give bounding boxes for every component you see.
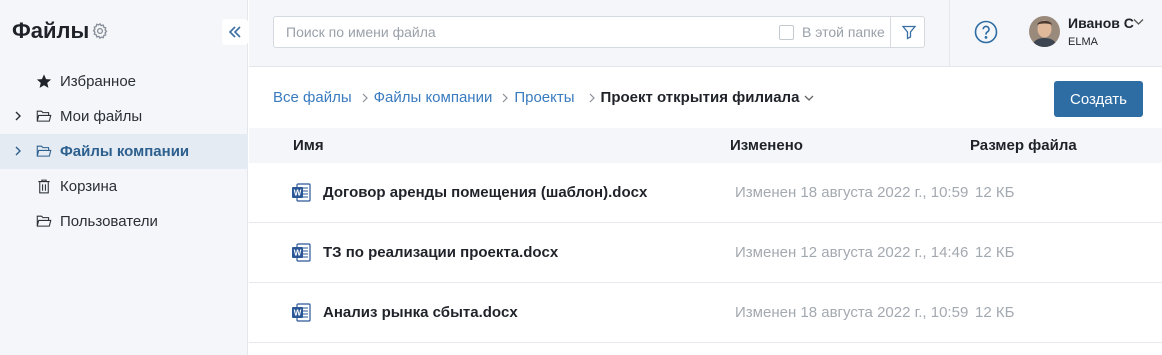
file-modified: Изменен 12 августа 2022 г., 14:46	[735, 244, 969, 261]
divider	[949, 0, 950, 67]
sidebar-item-label: Файлы компании	[60, 143, 190, 160]
svg-text:W: W	[294, 249, 302, 258]
sidebar-item-favorites[interactable]: Избранное	[0, 64, 248, 99]
star-icon	[36, 74, 52, 88]
file-name[interactable]: Договор аренды помещения (шаблон).docx	[323, 184, 647, 201]
file-size: 12 КБ	[975, 244, 1015, 261]
word-doc-icon: W	[292, 243, 311, 262]
collapse-sidebar-button[interactable]	[222, 19, 248, 45]
filter-icon	[901, 25, 916, 40]
column-header-size[interactable]: Размер файла	[970, 137, 1077, 154]
breadcrumb-company-files[interactable]: Файлы компании	[374, 89, 493, 106]
sidebar-item-users[interactable]: Пользователи	[0, 204, 248, 239]
sidebar: Файлы Избранное Мои файлы Файлы компании…	[0, 0, 248, 355]
folder-icon	[36, 215, 52, 227]
file-name[interactable]: Анализ рынка сбыта.docx	[323, 304, 518, 321]
sidebar-item-company-files[interactable]: Файлы компании	[0, 134, 248, 169]
sidebar-item-label: Избранное	[60, 73, 137, 90]
avatar[interactable]	[1029, 16, 1060, 47]
sidebar-item-label: Пользователи	[60, 213, 158, 230]
word-doc-icon: W	[292, 183, 311, 202]
folder-icon	[36, 145, 52, 157]
table-row[interactable]: W Анализ рынка сбыта.docx Изменен 18 авг…	[249, 283, 1162, 343]
gear-icon[interactable]	[91, 22, 109, 40]
checkbox[interactable]	[779, 24, 794, 40]
chevron-right-icon	[502, 93, 509, 102]
chevron-right-icon[interactable]	[12, 145, 24, 157]
file-modified: Изменен 18 августа 2022 г., 10:59	[735, 184, 969, 201]
breadcrumb-current: Проект открытия филиала	[600, 89, 800, 106]
chevron-down-icon[interactable]	[1133, 18, 1144, 26]
table-header: Имя Изменено Размер файла	[249, 128, 1162, 163]
column-header-name[interactable]: Имя	[293, 137, 324, 154]
trash-icon	[38, 179, 50, 194]
svg-text:W: W	[294, 309, 302, 318]
sidebar-item-my-files[interactable]: Мои файлы	[0, 99, 248, 134]
chevron-right-icon	[589, 93, 595, 102]
create-button[interactable]: Создать	[1054, 81, 1143, 117]
in-folder-checkbox[interactable]: В этой папке	[779, 24, 885, 40]
search-box: В этой папке	[273, 16, 925, 48]
file-size: 12 КБ	[975, 184, 1015, 201]
breadcrumb-all-files[interactable]: Все файлы	[273, 89, 352, 106]
in-folder-label: В этой папке	[802, 24, 885, 40]
chevron-right-icon	[362, 93, 368, 102]
double-chevron-left-icon	[228, 26, 241, 38]
file-name[interactable]: ТЗ по реализации проекта.docx	[323, 244, 558, 261]
column-header-modified[interactable]: Изменено	[730, 137, 803, 154]
breadcrumb: Все файлы Файлы компании Проекты Проект …	[273, 89, 814, 106]
chevron-down-icon[interactable]	[804, 94, 814, 102]
file-modified: Изменен 18 августа 2022 г., 10:59	[735, 304, 969, 321]
user-name[interactable]: Иванов С	[1068, 15, 1134, 31]
filter-button[interactable]	[890, 16, 926, 48]
sidebar-item-label: Мои файлы	[60, 108, 143, 125]
user-photo-icon	[1029, 16, 1060, 47]
folder-icon	[36, 110, 52, 122]
table-row[interactable]: W ТЗ по реализации проекта.docx Изменен …	[249, 223, 1162, 283]
breadcrumb-projects[interactable]: Проекты	[514, 89, 574, 106]
word-doc-icon: W	[292, 303, 311, 322]
search-input[interactable]	[274, 17, 764, 47]
table-row[interactable]: W Договор аренды помещения (шаблон).docx…	[249, 163, 1162, 223]
svg-text:W: W	[294, 189, 302, 198]
sidebar-item-label: Корзина	[60, 178, 118, 195]
sidebar-item-trash[interactable]: Корзина	[0, 169, 248, 204]
user-org: ELMA	[1068, 36, 1098, 48]
help-icon[interactable]	[974, 20, 998, 44]
file-size: 12 КБ	[975, 304, 1015, 321]
top-bar: В этой папке Иванов С ELMA	[249, 0, 1162, 67]
chevron-right-icon[interactable]	[12, 110, 24, 122]
sidebar-title: Файлы	[12, 18, 90, 43]
